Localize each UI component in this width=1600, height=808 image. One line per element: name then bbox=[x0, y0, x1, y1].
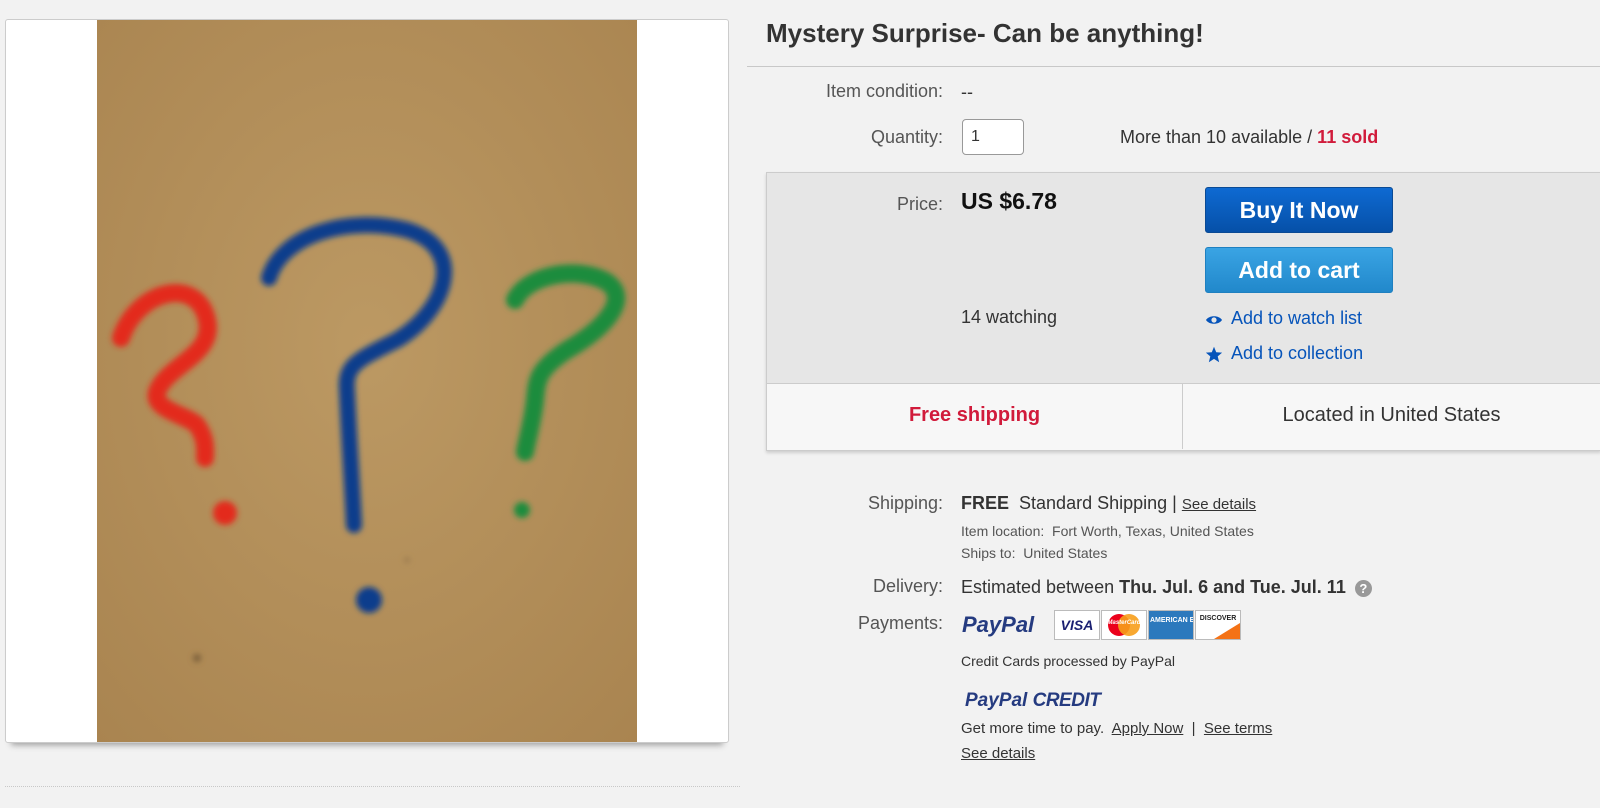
paypal-credit-pay: PayPal bbox=[965, 690, 1028, 711]
price-label: Price: bbox=[896, 194, 943, 214]
quantity-input[interactable] bbox=[962, 119, 1024, 155]
price: US $6.78 bbox=[961, 188, 1057, 214]
eye-icon bbox=[1206, 316, 1222, 324]
collection-label[interactable]: Add to collection bbox=[1231, 343, 1363, 363]
paypal-credit-logo: PayPal CREDIT bbox=[965, 690, 1101, 712]
ships-to-value: United States bbox=[1023, 545, 1108, 561]
item-image-panel[interactable] bbox=[5, 19, 729, 743]
condition-label: Item condition: bbox=[825, 81, 943, 101]
paypal-credit-info: Get more time to pay. Apply Now | See te… bbox=[961, 720, 1272, 737]
item-location-label: Item location: bbox=[961, 523, 1045, 539]
help-icon[interactable]: ? bbox=[1354, 579, 1372, 597]
paypal-credit-word: CREDIT bbox=[1032, 690, 1101, 711]
item-photo[interactable] bbox=[97, 20, 637, 742]
mastercard-text: MasterCard bbox=[1107, 620, 1141, 626]
visa-logo: VISA bbox=[1054, 610, 1100, 640]
question-marks-image bbox=[97, 20, 637, 742]
buy-it-now-button[interactable]: Buy It Now bbox=[1205, 187, 1393, 233]
paypal-logo: PayPal bbox=[962, 612, 1035, 637]
see-terms-link[interactable]: See terms bbox=[1204, 720, 1272, 737]
credit-see-details-link[interactable]: See details bbox=[961, 745, 1035, 762]
shipping-free: FREE bbox=[961, 493, 1010, 513]
divider bbox=[5, 786, 740, 787]
divider bbox=[747, 66, 1600, 67]
star-icon bbox=[1205, 347, 1223, 363]
item-location-value: Fort Worth, Texas, United States bbox=[1052, 523, 1254, 539]
delivery-range: Thu. Jul. 6 and Tue. Jul. 11 bbox=[1119, 577, 1346, 597]
sold-count: 11 sold bbox=[1317, 127, 1379, 147]
shipping-see-details-link[interactable]: See details bbox=[1182, 496, 1256, 513]
collection-link[interactable]: Add to collection bbox=[1205, 343, 1363, 364]
ships-to: Ships to: United States bbox=[961, 545, 1107, 561]
card-processing-note: Credit Cards processed by PayPal bbox=[961, 653, 1175, 669]
payments-label: Payments: bbox=[857, 613, 943, 633]
item-location-badge: Located in United States bbox=[1282, 404, 1501, 426]
item-location: Item location: Fort Worth, Texas, United… bbox=[961, 523, 1254, 539]
condition-value: -- bbox=[961, 82, 973, 102]
watch-list-link[interactable]: Add to watch list bbox=[1205, 308, 1362, 329]
watch-list-label[interactable]: Add to watch list bbox=[1231, 308, 1362, 328]
ships-to-label: Ships to: bbox=[961, 545, 1016, 561]
shipping-method: Standard Shipping | bbox=[1019, 493, 1177, 513]
availability: More than 10 available / 11 sold bbox=[1120, 127, 1378, 148]
shipping-value: FREE Standard Shipping | See details bbox=[961, 493, 1256, 514]
card-logos: VISA MasterCard AMERICAN EXPRESS DISCOVE… bbox=[1054, 610, 1242, 640]
apply-now-link[interactable]: Apply Now bbox=[1112, 720, 1184, 737]
discover-logo: DISCOVER bbox=[1195, 610, 1241, 640]
availability-separator: / bbox=[1307, 127, 1313, 147]
quantity-label: Quantity: bbox=[870, 127, 943, 147]
link-separator: | bbox=[1191, 720, 1196, 737]
amex-logo: AMERICAN EXPRESS bbox=[1148, 610, 1194, 640]
add-to-cart-button[interactable]: Add to cart bbox=[1205, 247, 1393, 293]
discover-stripe bbox=[1214, 623, 1240, 639]
free-shipping-badge: Free shipping bbox=[908, 404, 1041, 426]
item-title: Mystery Surprise- Can be anything! bbox=[766, 18, 1204, 48]
watching-count: 14 watching bbox=[961, 307, 1058, 327]
delivery-prefix: Estimated between bbox=[961, 577, 1115, 597]
shipping-label: Shipping: bbox=[867, 493, 943, 513]
visa-text: VISA bbox=[1060, 617, 1094, 633]
availability-text: More than 10 available bbox=[1120, 127, 1303, 147]
mastercard-logo: MasterCard bbox=[1101, 610, 1147, 640]
amex-text: AMERICAN EXPRESS bbox=[1150, 617, 1194, 624]
credit-text: Get more time to pay. bbox=[961, 720, 1105, 737]
delivery-value: Estimated between Thu. Jul. 6 and Tue. J… bbox=[961, 577, 1372, 598]
delivery-label: Delivery: bbox=[872, 576, 943, 596]
